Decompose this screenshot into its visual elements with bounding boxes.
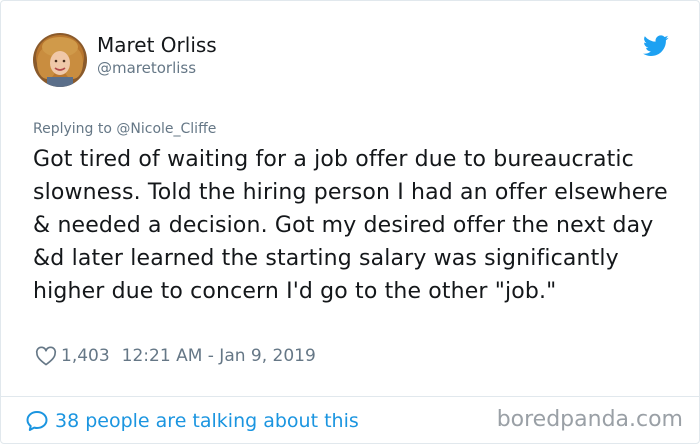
tweet-meta: 1,403 12:21 AM - Jan 9, 2019 <box>35 345 316 367</box>
heart-icon[interactable] <box>35 346 57 366</box>
display-name[interactable]: Maret Orliss <box>97 33 217 57</box>
replying-to: Replying to @Nicole_Cliffe <box>33 121 216 137</box>
tweet-text: Got tired of waiting for a job offer due… <box>33 147 668 304</box>
avatar-image <box>33 33 87 87</box>
talking-count-label[interactable]: 38 people are talking about this <box>55 410 359 432</box>
tweet-card: Maret Orliss @maretorliss Replying to @N… <box>0 0 700 444</box>
tweet-timestamp[interactable]: 12:21 AM - Jan 9, 2019 <box>122 346 316 366</box>
replying-to-label: Replying to <box>33 121 112 137</box>
user-handle[interactable]: @maretorliss <box>97 59 196 77</box>
speech-bubble-icon <box>26 411 48 431</box>
twitter-bird-icon[interactable] <box>643 35 669 57</box>
like-count[interactable]: 1,403 <box>61 346 110 366</box>
conversation-link[interactable]: 38 people are talking about this <box>25 408 359 434</box>
divider <box>1 396 699 397</box>
watermark: boredpanda.com <box>496 407 683 432</box>
avatar[interactable] <box>33 33 87 87</box>
reply-mention-link[interactable]: @Nicole_Cliffe <box>116 121 216 137</box>
